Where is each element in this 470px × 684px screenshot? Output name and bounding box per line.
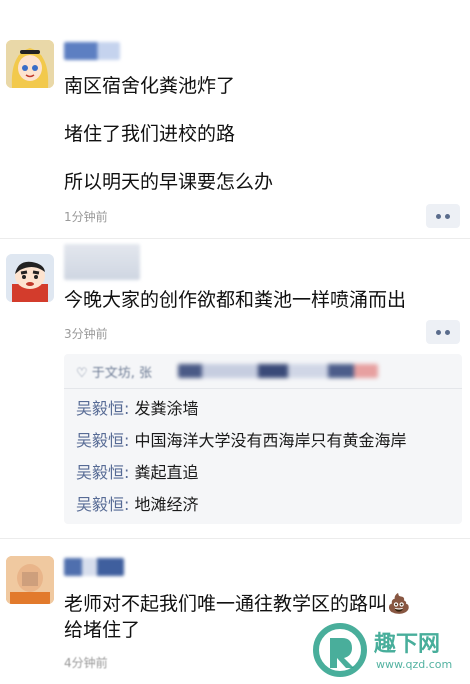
- watermark: 趣下网 www.qzd.com: [312, 622, 462, 680]
- photo-avatar-icon: [6, 556, 54, 604]
- avatar-photo-blurred[interactable]: [6, 556, 54, 604]
- watermark-brand: 趣下网: [374, 632, 441, 657]
- post-timestamp: 4分钟前: [64, 656, 108, 670]
- post-text-line: 老师对不起我们唯一通往教学区的路叫💩: [64, 593, 411, 615]
- watermark-url: www.qzd.com: [376, 658, 453, 671]
- post-text-line: 给堵住了: [64, 619, 141, 641]
- watermark-logo-icon: [313, 623, 367, 677]
- moment-post-3: 老师对不起我们唯一通往教学区的路叫💩 给堵住了 4分钟前: [0, 0, 470, 684]
- username-blurred[interactable]: [64, 558, 124, 576]
